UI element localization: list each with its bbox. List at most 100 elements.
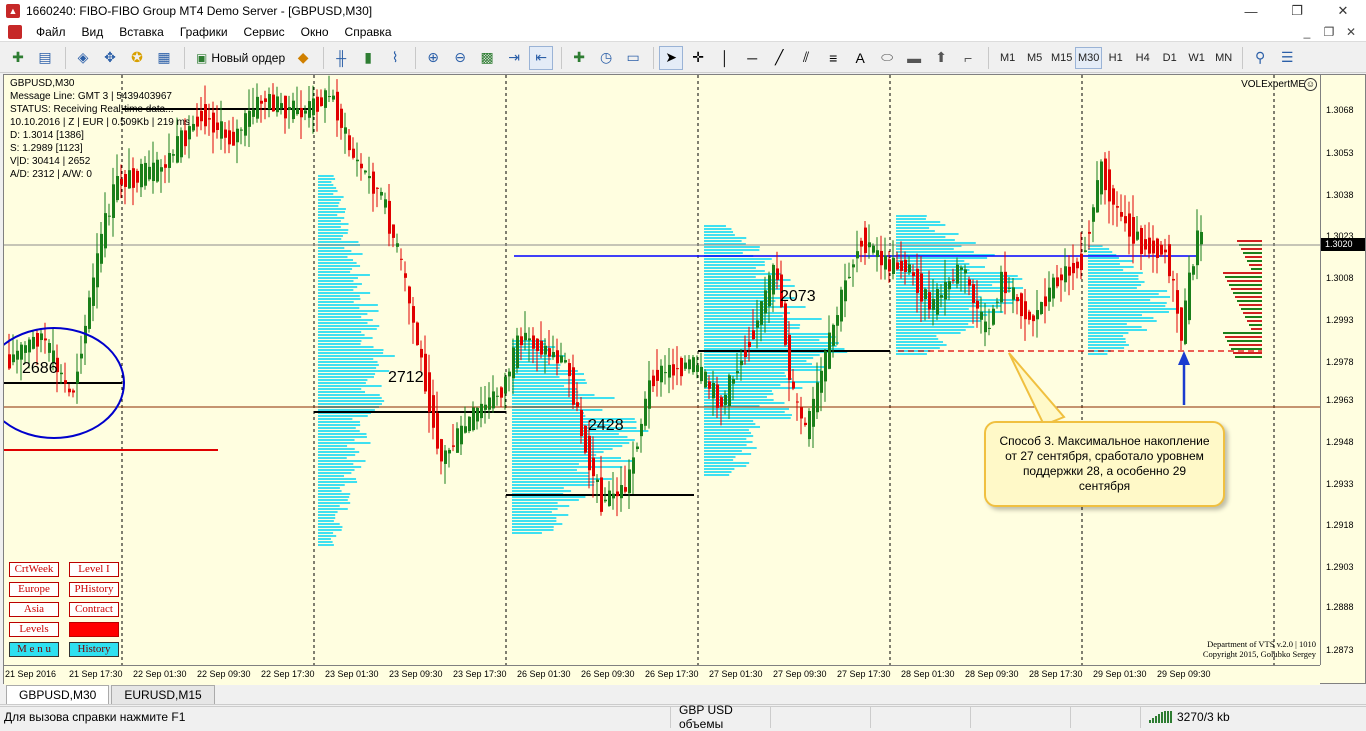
search-icon[interactable]: ⚲ [1248,46,1272,70]
crtweek-button[interactable]: CrtWeek [9,562,59,577]
horizontal-line-icon[interactable]: ─ [740,46,764,70]
rectangle-icon[interactable]: ▬ [902,46,926,70]
mdi-close-button[interactable]: ✕ [1340,25,1362,39]
volume-profile-bar [1088,296,1171,298]
mdi-minimize-button[interactable]: _ [1296,25,1318,39]
tab-eurusd-m15[interactable]: EURUSD,M15 [111,685,215,704]
templates-icon[interactable]: ▭ [621,46,645,70]
zoom-out-icon[interactable]: ⊖ [448,46,472,70]
mdi-restore-button[interactable]: ❐ [1318,25,1340,39]
volume-profile-bar [318,430,360,432]
volume-profile-bar [318,544,334,546]
connection-status[interactable]: 3270/3 kb [1140,706,1266,728]
chart-window-icon[interactable] [8,24,22,39]
delta-profile-bar [1245,316,1262,318]
maximize-button[interactable]: ❐ [1274,0,1320,22]
chart-window[interactable]: GBPUSD,M30 Message Line: GMT 3 | 5439403… [3,74,1366,685]
timeframe-m15[interactable]: M15 [1048,47,1075,69]
price-chart[interactable] [4,75,1320,665]
close-button[interactable]: ✕ [1320,0,1366,22]
timeframe-h1[interactable]: H1 [1102,47,1129,69]
time-tick: 22 Sep 17:30 [261,669,315,679]
text-icon[interactable]: A [848,46,872,70]
time-axis[interactable]: 21 Sep 2016 21 Sep 17:30 22 Sep 01:30 22… [4,665,1320,685]
cursor-icon[interactable]: ➤ [659,45,684,70]
candle-body [280,103,283,109]
timeframe-mn[interactable]: MN [1210,47,1237,69]
tile-windows-icon[interactable]: ▩ [475,46,499,70]
phistory-button[interactable]: PHistory [69,582,119,597]
label-icon[interactable]: ⌐ [956,46,980,70]
terminal-icon[interactable]: ▦ [152,46,176,70]
red-toggle-button[interactable] [69,622,119,637]
bar-chart-icon[interactable]: ╫ [329,46,353,70]
volume-profile-bar [318,448,355,450]
candle-body [456,428,459,453]
asia-button[interactable]: Asia [9,602,59,617]
menu-button[interactable]: M e n u [9,642,59,657]
history-button[interactable]: History [69,642,119,657]
minimize-button[interactable]: — [1228,0,1274,22]
timeframe-h4[interactable]: H4 [1129,47,1156,69]
line-chart-icon[interactable]: ⌇ [383,46,407,70]
new-chart-icon[interactable]: ✚ [6,46,30,70]
navigator-icon[interactable]: ✪ [125,46,149,70]
market-watch-icon[interactable]: ◈ [71,46,95,70]
candle-body [796,401,799,403]
menu-window[interactable]: Окно [293,25,337,39]
vertical-line-icon[interactable]: │ [713,46,737,70]
menu-insert[interactable]: Вставка [111,25,172,39]
data-window-icon[interactable]: ✥ [98,46,122,70]
profiles-icon[interactable]: ▤ [33,46,57,70]
menu-help[interactable]: Справка [337,25,400,39]
menu-charts[interactable]: Графики [172,25,236,39]
candle-body [1164,249,1167,253]
ellipse-icon[interactable]: ⬭ [875,46,899,70]
crosshair-icon[interactable]: ✛ [686,46,710,70]
timeframe-d1[interactable]: D1 [1156,47,1183,69]
menu-tools[interactable]: Сервис [236,25,293,39]
timeframe-w1[interactable]: W1 [1183,47,1210,69]
volume-profile-bar [1088,341,1126,343]
equidistant-channel-icon[interactable]: ⫽ [794,46,818,70]
price-axis[interactable]: 1.3068 1.3053 1.3038 1.3023 1.3008 1.299… [1320,75,1365,665]
periods-icon[interactable]: ◷ [594,46,618,70]
candle-body [760,301,763,325]
levels-button[interactable]: Levels [9,622,59,637]
tab-gbpusd-m30[interactable]: GBPUSD,M30 [6,685,110,704]
candle-body [224,129,227,138]
candle-body [616,491,619,497]
timeframe-m30[interactable]: M30 [1075,46,1103,69]
volume-profile-bar [896,290,1011,292]
indicators-icon[interactable]: ✚ [567,46,591,70]
contract-button[interactable]: Contract [69,602,119,617]
candle-body [60,372,63,375]
zoom-in-icon[interactable]: ⊕ [421,46,445,70]
menu-file[interactable]: Файл [28,25,74,39]
app-icon: ▲ [6,4,20,18]
trendline-icon[interactable]: ╱ [767,46,791,70]
fibonacci-icon[interactable]: ≡ [821,46,845,70]
candlestick-chart-icon[interactable]: ▮ [356,46,380,70]
volume-profile-bar [512,508,558,510]
volume-profile-bar [512,388,578,390]
volume-profile-bar [1088,293,1159,295]
timeframe-m5[interactable]: M5 [1021,47,1048,69]
autoscroll-icon[interactable]: ⇥ [502,46,526,70]
timeframe-m1[interactable]: M1 [994,47,1021,69]
candle-body [936,289,939,315]
autotrading-icon[interactable]: ◆ [291,46,315,70]
new-order-button[interactable]: ▣ Новый ордер [190,46,291,70]
community-icon[interactable]: ☰ [1275,46,1299,70]
volume-profile-bar [1088,347,1125,349]
candle-body [288,107,291,110]
chart-shift-icon[interactable]: ⇤ [529,45,554,70]
candle-body [1000,271,1003,303]
arrow-icon[interactable]: ⬆ [929,46,953,70]
level-i-button[interactable]: Level I [69,562,119,577]
europe-button[interactable]: Europe [9,582,59,597]
status-profile[interactable]: GBP USD объемы [670,703,770,731]
copyright-note: Department of VTS v.2.0 | 1010 Copyright… [1203,639,1316,659]
menu-view[interactable]: Вид [74,25,112,39]
volume-profile-bar [512,391,579,393]
